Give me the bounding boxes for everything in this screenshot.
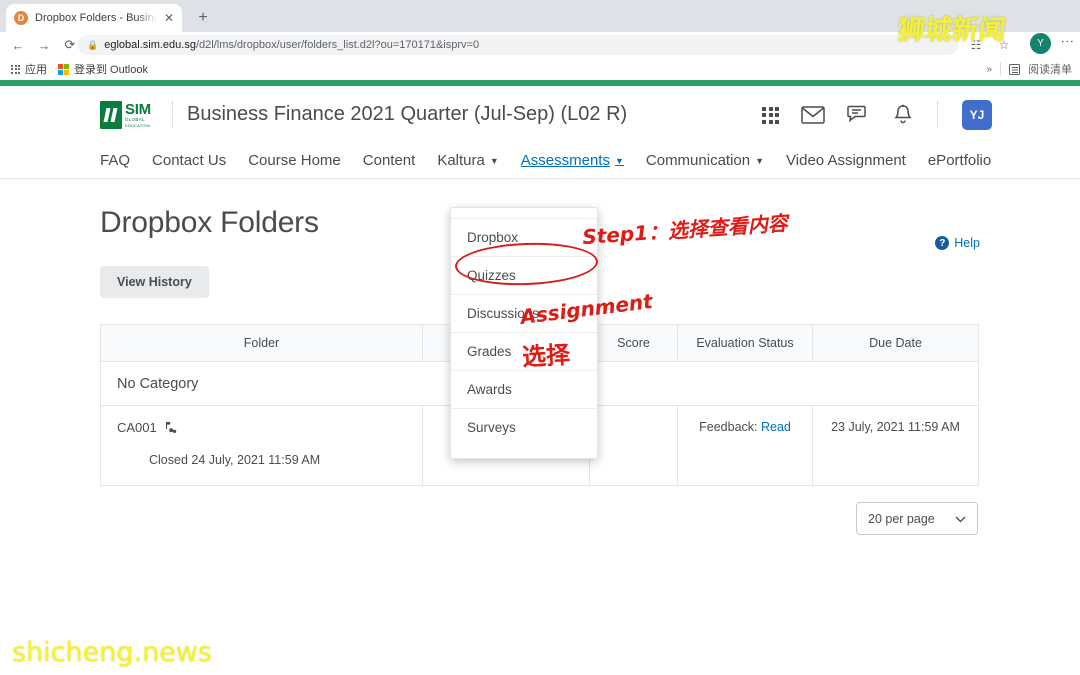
feedback-label: Feedback: <box>699 420 757 434</box>
per-page-select[interactable]: 20 per page <box>856 502 978 535</box>
chevron-down-icon: ▼ <box>490 156 499 166</box>
logo-word-global: GLOBAL <box>125 118 151 123</box>
url-host: eglobal.sim.edu.sg <box>104 39 196 51</box>
nav-item-course-home[interactable]: Course Home <box>248 152 341 169</box>
menu-item-grades[interactable]: Grades <box>451 332 597 370</box>
folder-name-wrap[interactable]: CA001 <box>117 420 422 435</box>
url-path: /d2l/lms/dropbox/user/folders_list.d2l?o… <box>196 39 479 51</box>
forward-icon[interactable]: → <box>31 32 57 58</box>
nav-item-communication[interactable]: Communication ▼ <box>646 152 764 169</box>
menu-item-quizzes[interactable]: Quizzes <box>451 256 597 294</box>
view-history-button[interactable]: View History <box>100 266 209 298</box>
screenshot-root: D Dropbox Folders - Business Fi ✕ + ← → … <box>0 0 1080 675</box>
bookmark-label: 登录到 Outlook <box>74 61 148 77</box>
nav-item-eportfolio[interactable]: ePortfolio <box>928 152 991 169</box>
reading-list-label[interactable]: 阅读清单 <box>1028 61 1072 77</box>
column-header-folder[interactable]: Folder <box>101 325 423 362</box>
bookmark-outlook[interactable]: 登录到 Outlook <box>58 61 148 77</box>
nav-label: Assessments <box>521 152 610 169</box>
nav-label: Content <box>363 152 416 169</box>
logo-word-education: EDUCATION <box>125 124 151 128</box>
browser-tab[interactable]: D Dropbox Folders - Business Fi ✕ <box>6 4 182 32</box>
address-bar[interactable]: 🔒 eglobal.sim.edu.sg/d2l/lms/dropbox/use… <box>78 35 958 55</box>
chrome-menu-icon[interactable]: ⋮ <box>1061 35 1074 48</box>
waffle-grid-icon[interactable] <box>762 107 779 124</box>
bookmark-label: 应用 <box>25 61 47 77</box>
menu-item-awards[interactable]: Awards <box>451 370 597 408</box>
header-icon-group: YJ <box>762 100 992 130</box>
reading-list-icon <box>1009 64 1020 75</box>
lock-icon: 🔒 <box>87 40 98 51</box>
column-header-score[interactable]: Score <box>590 325 678 362</box>
column-header-due-date[interactable]: Due Date <box>813 325 979 362</box>
menu-item-discussions[interactable]: Discussions <box>451 294 597 332</box>
bell-icon[interactable] <box>893 104 913 126</box>
cell-folder: CA001 Closed 24 July, 2021 11:59 AM <box>101 406 423 486</box>
bookmarks-overflow-icon[interactable]: » <box>986 64 992 75</box>
watermark-top-right: 狮城新闻 <box>896 8 1008 47</box>
cell-due-date: 23 July, 2021 11:59 AM <box>813 406 979 486</box>
nav-item-faq[interactable]: FAQ <box>100 152 130 169</box>
nav-item-content[interactable]: Content <box>363 152 416 169</box>
divider <box>937 102 938 128</box>
nav-item-kaltura[interactable]: Kaltura ▼ <box>437 152 498 169</box>
cell-evaluation-status: Feedback: Read <box>678 406 813 486</box>
profile-avatar[interactable]: Y <box>1030 33 1051 54</box>
bookmark-apps[interactable]: 应用 <box>11 61 47 77</box>
new-tab-button[interactable]: + <box>193 8 213 28</box>
tab-title: Dropbox Folders - Business Fi <box>35 12 157 24</box>
course-header: SIM GLOBAL EDUCATION Business Finance 20… <box>0 86 1080 143</box>
menu-item-surveys[interactable]: Surveys <box>451 408 597 446</box>
group-members-icon <box>163 422 177 434</box>
nav-label: Video Assignment <box>786 152 906 169</box>
folder-name: CA001 <box>117 420 157 435</box>
nav-label: Communication <box>646 152 750 169</box>
bookmarks-bar: 应用 登录到 Outlook » 阅读清单 <box>0 58 1080 80</box>
chevron-down-icon <box>955 512 966 526</box>
watermark-bottom-left: shicheng.news <box>12 637 212 668</box>
nav-label: Kaltura <box>437 152 485 169</box>
menu-item-dropbox[interactable]: Dropbox <box>451 218 597 256</box>
sim-logo[interactable]: SIM GLOBAL EDUCATION <box>100 99 158 131</box>
course-title: Business Finance 2021 Quarter (Jul-Sep) … <box>187 103 627 126</box>
help-link[interactable]: ? Help <box>935 236 980 250</box>
microsoft-icon <box>58 64 69 75</box>
close-icon[interactable]: ✕ <box>164 12 174 24</box>
url-text: eglobal.sim.edu.sg/d2l/lms/dropbox/user/… <box>104 39 479 51</box>
feedback-read-link[interactable]: Read <box>761 420 791 434</box>
menu-spacer-top <box>451 208 597 218</box>
sim-logo-words: SIM GLOBAL EDUCATION <box>125 102 151 128</box>
tab-favicon-icon: D <box>14 11 28 25</box>
cell-score <box>590 406 678 486</box>
column-header-evaluation-status[interactable]: Evaluation Status <box>678 325 813 362</box>
question-circle-icon: ? <box>935 236 949 250</box>
nav-item-contact-us[interactable]: Contact Us <box>152 152 226 169</box>
nav-label: Course Home <box>248 152 341 169</box>
chat-bubble-icon[interactable] <box>847 105 871 125</box>
bookmarks-bar-right: » 阅读清单 <box>986 61 1072 77</box>
course-navbar: FAQ Contact Us Course Home Content Kaltu… <box>0 143 1080 179</box>
per-page-label: 20 per page <box>868 512 935 526</box>
nav-label: Contact Us <box>152 152 226 169</box>
chevron-down-icon: ▼ <box>755 156 764 166</box>
back-icon[interactable]: ← <box>5 32 31 58</box>
nav-item-assessments[interactable]: Assessments ▼ <box>521 152 624 169</box>
folder-closed-date: Closed 24 July, 2021 11:59 AM <box>149 453 422 467</box>
d2l-page: SIM GLOBAL EDUCATION Business Finance 20… <box>0 86 1080 675</box>
nav-label: FAQ <box>100 152 130 169</box>
help-label: Help <box>954 236 980 250</box>
nav-item-video-assignment[interactable]: Video Assignment <box>786 152 906 169</box>
divider <box>172 102 173 128</box>
apps-grid-icon <box>11 65 20 74</box>
chevron-down-icon: ▼ <box>615 156 624 166</box>
menu-spacer-bottom <box>451 446 597 458</box>
sim-logo-mark-icon <box>100 101 122 129</box>
divider <box>1000 62 1001 76</box>
assessments-dropdown-menu: Dropbox Quizzes Discussions Grades Award… <box>450 207 598 459</box>
nav-label: ePortfolio <box>928 152 991 169</box>
user-avatar[interactable]: YJ <box>962 100 992 130</box>
pagination-area: 20 per page <box>100 502 978 535</box>
logo-word-sim: SIM <box>125 102 151 117</box>
envelope-icon[interactable] <box>801 106 825 124</box>
